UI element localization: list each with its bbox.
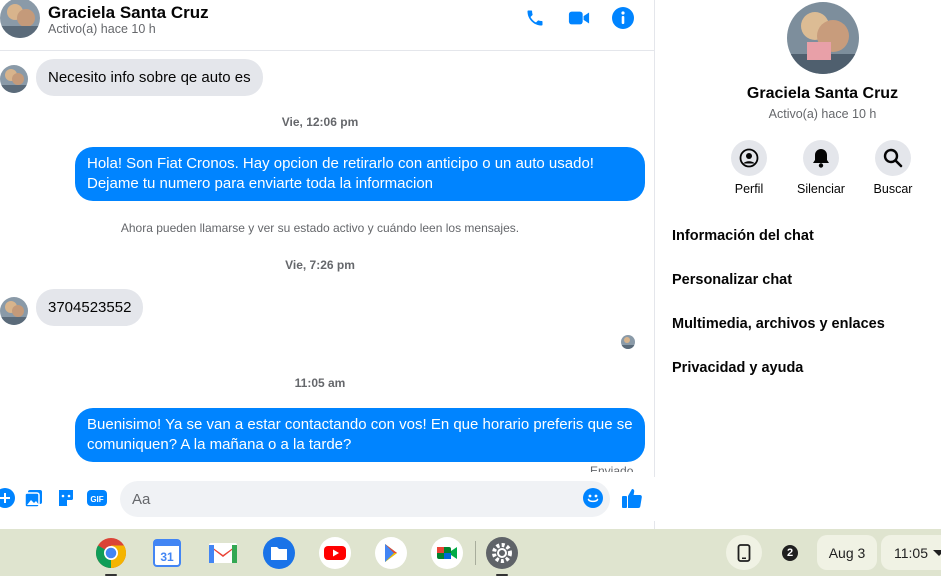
phone-hub-button[interactable]	[726, 535, 762, 570]
calendar-day: 31	[160, 550, 174, 564]
chat-header: Graciela Santa Cruz Activo(a) hace 10 h	[0, 0, 655, 51]
os-shelf: 31 2 Aug 3 11:05	[0, 529, 941, 576]
profile-action-button[interactable]: Perfil	[714, 140, 784, 196]
chrome-icon[interactable]	[95, 537, 127, 576]
search-action-label: Buscar	[873, 182, 913, 196]
notification-counter[interactable]: 2	[772, 535, 808, 570]
chat-info-section[interactable]: Información del chat	[672, 228, 814, 244]
contact-avatar-small[interactable]	[0, 65, 28, 93]
timestamp: Vie, 7:26 pm	[285, 258, 355, 272]
system-note: Ahora pueden llamarse y ver su estado ac…	[120, 221, 520, 235]
incoming-message[interactable]: 3704523552	[36, 289, 144, 326]
info-contact-name: Graciela Santa Cruz	[746, 85, 899, 102]
search-action-button[interactable]: Buscar	[858, 140, 928, 196]
calendar-icon[interactable]: 31	[151, 537, 183, 569]
composer: GIF	[0, 477, 655, 521]
outgoing-message[interactable]: Buenisimo! Ya se van a estar contactando…	[75, 408, 645, 462]
shelf-divider	[475, 541, 476, 565]
sticker-icon[interactable]	[55, 487, 77, 509]
contact-avatar[interactable]	[0, 0, 40, 38]
customize-chat-section[interactable]: Personalizar chat	[672, 272, 792, 288]
timestamp: Vie, 12:06 pm	[281, 115, 359, 129]
emoji-icon[interactable]	[582, 487, 604, 509]
contact-avatar-small[interactable]	[0, 297, 28, 325]
gif-icon[interactable]: GIF	[86, 487, 108, 509]
mute-action-button[interactable]: Silenciar	[786, 140, 856, 196]
time-tray[interactable]: 11:05	[881, 535, 941, 570]
profile-icon	[731, 140, 767, 176]
sent-status: Enviado	[590, 464, 634, 472]
files-icon[interactable]	[263, 537, 295, 569]
seen-indicator-avatar	[621, 335, 635, 349]
time-label: 11:05	[894, 544, 928, 561]
contact-name[interactable]: Graciela Santa Cruz	[48, 3, 209, 23]
gmail-icon[interactable]	[207, 537, 239, 569]
video-camera-icon[interactable]	[567, 6, 591, 30]
bell-icon	[803, 140, 839, 176]
outgoing-message[interactable]: Hola! Son Fiat Cronos. Hay opcion de ret…	[75, 147, 645, 201]
chat-pane: Graciela Santa Cruz Activo(a) hace 10 h …	[0, 0, 655, 529]
mute-action-label: Silenciar	[797, 182, 845, 196]
phone-icon[interactable]	[523, 6, 547, 30]
incoming-message[interactable]: Necesito info sobre qe auto es	[36, 59, 263, 96]
info-contact-status: Activo(a) hace 10 h	[768, 107, 877, 121]
settings-icon[interactable]	[486, 537, 518, 576]
plus-icon[interactable]	[0, 487, 16, 509]
like-icon[interactable]	[621, 487, 643, 509]
play-store-icon[interactable]	[375, 537, 407, 569]
message-input[interactable]	[120, 481, 610, 517]
timestamp: 11:05 am	[294, 376, 346, 390]
media-files-links-section[interactable]: Multimedia, archivos y enlaces	[672, 316, 885, 332]
info-icon[interactable]	[611, 6, 635, 30]
app-window: Graciela Santa Cruz Activo(a) hace 10 h …	[0, 0, 941, 576]
notification-count: 2	[782, 544, 798, 561]
date-tray[interactable]: Aug 3	[817, 535, 877, 570]
contact-status: Activo(a) hace 10 h	[48, 22, 156, 36]
youtube-icon[interactable]	[319, 537, 351, 569]
contact-avatar-large[interactable]	[787, 2, 859, 74]
phone-hub-icon	[737, 543, 751, 562]
meet-icon[interactable]	[431, 537, 463, 569]
search-icon	[875, 140, 911, 176]
photo-icon[interactable]	[23, 487, 45, 509]
svg-text:GIF: GIF	[90, 495, 103, 504]
profile-action-label: Perfil	[734, 182, 764, 196]
wifi-icon	[933, 549, 941, 556]
privacy-support-section[interactable]: Privacidad y ayuda	[672, 360, 803, 376]
conversation-info-panel: Graciela Santa Cruz Activo(a) hace 10 h …	[656, 0, 941, 529]
